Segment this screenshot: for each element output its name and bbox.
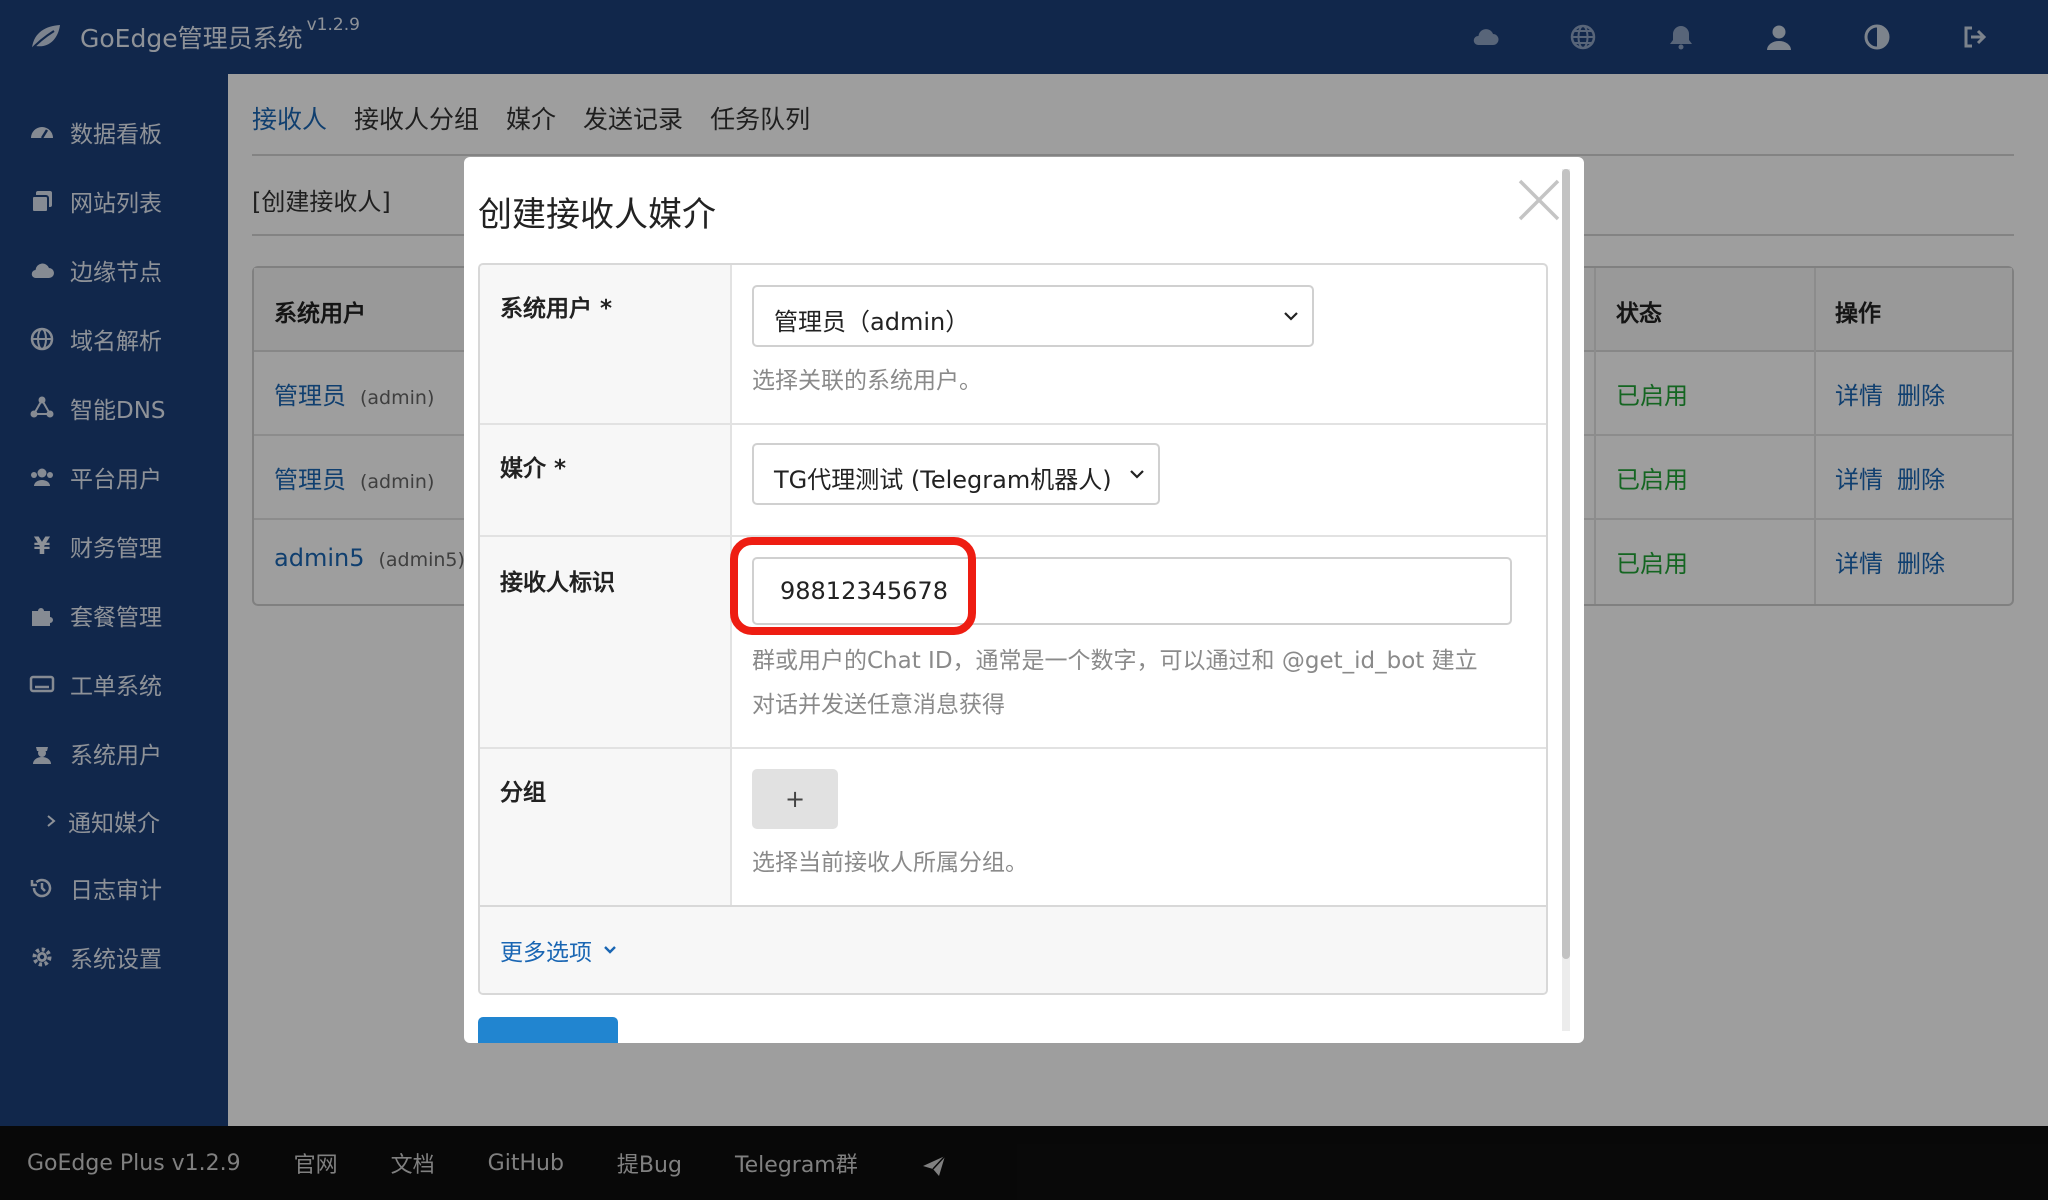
field-label: 接收人标识 — [480, 537, 732, 747]
field-label: 分组 — [480, 749, 732, 905]
more-options-row: 更多选项 — [480, 907, 1546, 993]
media-select[interactable]: TG代理测试 (Telegram机器人) — [752, 443, 1160, 505]
form-row-receiver-id: 接收人标识 98812345678 群或用户的Chat ID，通常是一个数字，可… — [480, 537, 1546, 749]
create-receiver-media-modal: 创建接收人媒介 系统用户 * 管理员（admin） 选择关联的系统用户。 媒介 … — [464, 157, 1584, 1043]
field-label: 系统用户 * — [480, 265, 732, 423]
chevron-down-icon — [1130, 470, 1144, 479]
receiver-form: 系统用户 * 管理员（admin） 选择关联的系统用户。 媒介 * TG代理测试… — [478, 263, 1548, 995]
form-row-group: 分组 + 选择当前接收人所属分组。 — [480, 749, 1546, 907]
chevron-down-icon — [604, 946, 616, 954]
form-row-system-user: 系统用户 * 管理员（admin） 选择关联的系统用户。 — [480, 265, 1546, 425]
chevron-down-icon — [1284, 312, 1298, 321]
close-icon — [1518, 179, 1560, 221]
save-button[interactable] — [478, 1017, 618, 1043]
add-group-button[interactable]: + — [752, 769, 838, 829]
modal-scrollbar[interactable] — [1562, 169, 1570, 1031]
field-hint: 群或用户的Chat ID，通常是一个数字，可以通过和 @get_id_bot 建… — [752, 648, 1478, 718]
more-options-toggle[interactable]: 更多选项 — [500, 933, 618, 967]
field-label: 媒介 * — [480, 425, 732, 535]
field-hint: 选择当前接收人所属分组。 — [752, 850, 1028, 876]
scrollbar-thumb[interactable] — [1562, 169, 1570, 959]
field-hint: 选择关联的系统用户。 — [752, 368, 982, 394]
close-button[interactable] — [1516, 177, 1562, 223]
modal-title: 创建接收人媒介 — [478, 195, 716, 235]
system-user-select[interactable]: 管理员（admin） — [752, 285, 1314, 347]
highlight-annotation — [730, 537, 976, 635]
form-row-media: 媒介 * TG代理测试 (Telegram机器人) — [480, 425, 1546, 537]
